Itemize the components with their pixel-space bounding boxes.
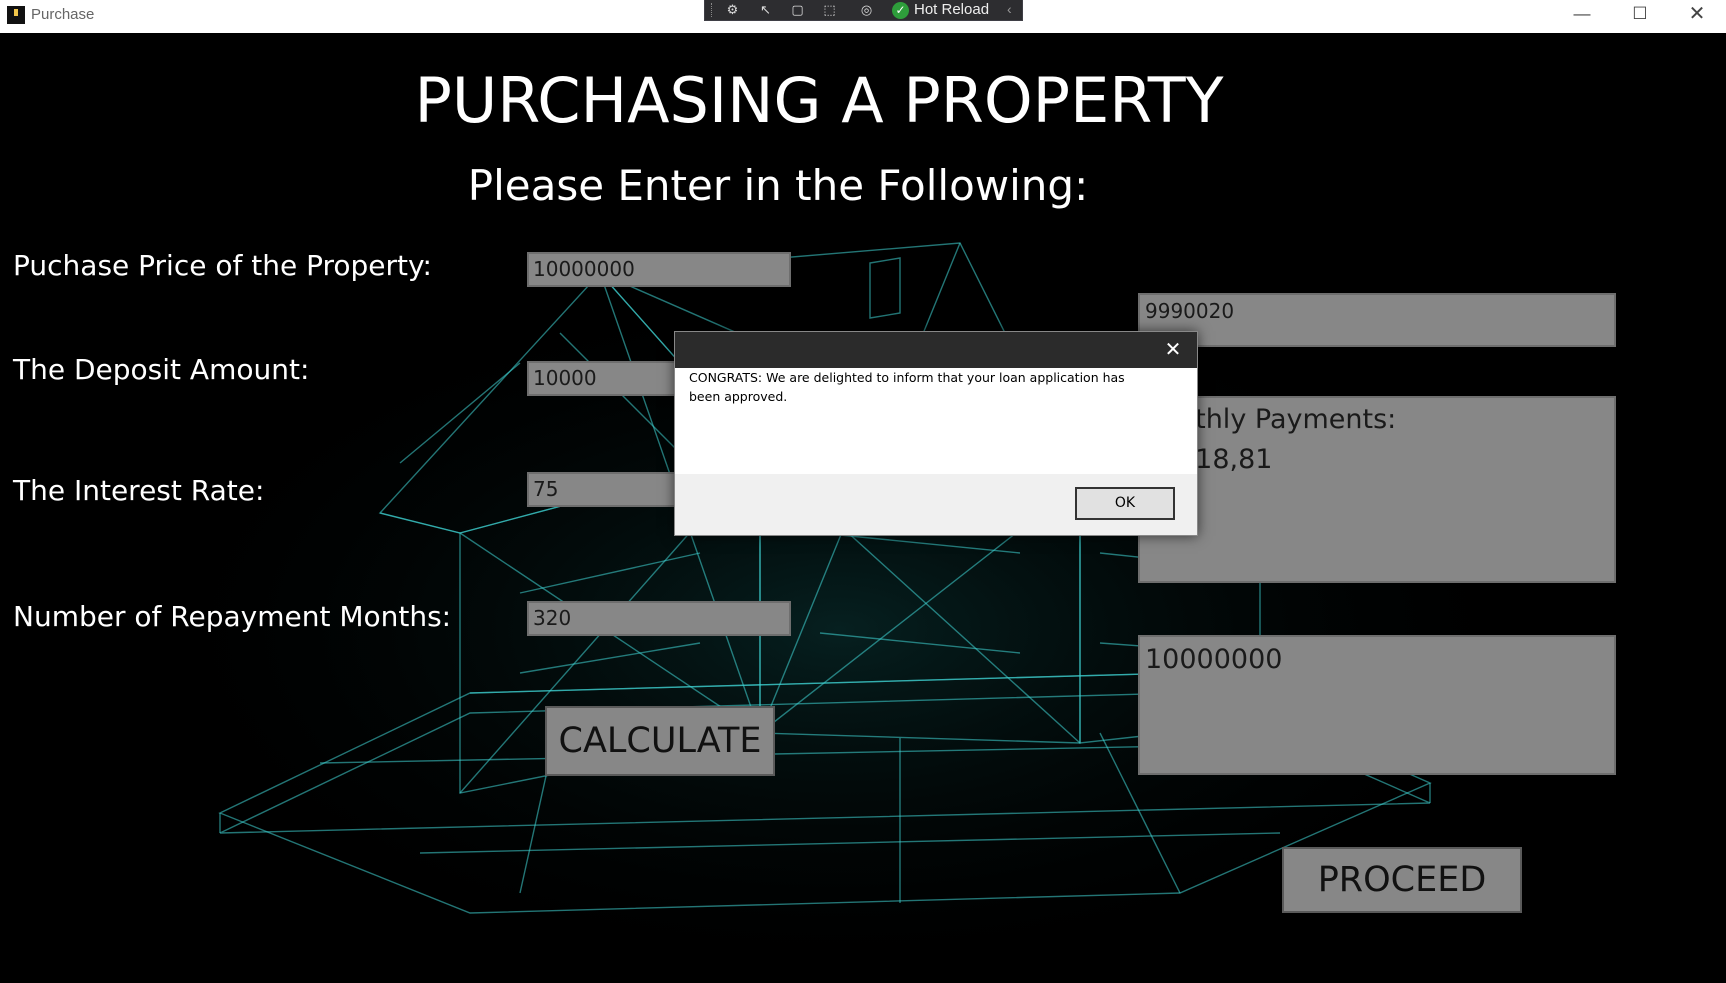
hot-reload-label[interactable]: Hot Reload [914,1,989,18]
hot-reload-check-icon: ✓ [892,2,909,19]
repayment-months-label: Number of Repayment Months: [13,600,452,633]
total-repayment-output: 10000000 [1138,635,1616,775]
repayment-months-input[interactable]: 320 [527,601,791,636]
close-button[interactable]: ✕ [1668,0,1726,29]
monthly-payments-label: nthly Payments: [1178,404,1397,435]
deposit-amount-label: The Deposit Amount: [13,353,310,386]
interest-rate-label: The Interest Rate: [13,474,265,507]
monthly-payments-output: nthly Payments: 218,81 [1138,396,1616,583]
minimize-button[interactable]: — [1553,0,1611,29]
dialog-close-button[interactable]: ✕ [1161,338,1185,362]
page-title: PURCHASING A PROPERTY [414,64,1224,137]
purchase-price-label: Puchase Price of the Property: [13,249,432,282]
proceed-button[interactable]: PROCEED [1282,847,1522,913]
maximize-button[interactable]: ☐ [1611,0,1669,29]
binding-failures-icon[interactable]: ◎ [858,2,875,18]
monthly-payments-value: 218,81 [1178,444,1273,475]
purchase-price-input[interactable]: 10000000 [527,252,791,287]
dialog-titlebar: ✕ [675,332,1197,368]
toolbar-grip[interactable] [711,3,713,17]
calculate-button[interactable]: CALCULATE [545,706,775,776]
window-title: Purchase [31,6,95,23]
window-titlebar: Purchase ⚙ ↖ ▢ ⬚ ◎ ✓ Hot Reload ‹ — ☐ ✕ [0,0,1726,33]
select-element-icon[interactable]: ↖ [757,2,774,18]
collapse-toolbar-icon[interactable]: ‹ [1007,1,1012,17]
display-layout-adorners-icon[interactable]: ▢ [789,2,806,18]
live-visual-tree-icon[interactable]: ⚙ [724,2,741,18]
approval-message-dialog: ✕ CONGRATS: We are delighted to inform t… [674,331,1198,536]
debug-toolbar: ⚙ ↖ ▢ ⬚ ◎ ✓ Hot Reload ‹ [704,0,1023,21]
page-subtitle: Please Enter in the Following: [467,161,1089,210]
dialog-message: CONGRATS: We are delighted to inform tha… [689,370,1125,404]
app-icon [7,6,25,24]
track-focus-icon[interactable]: ⬚ [821,2,838,18]
dialog-ok-button[interactable]: OK [1075,487,1175,520]
loan-amount-output: 9990020 [1138,293,1616,347]
